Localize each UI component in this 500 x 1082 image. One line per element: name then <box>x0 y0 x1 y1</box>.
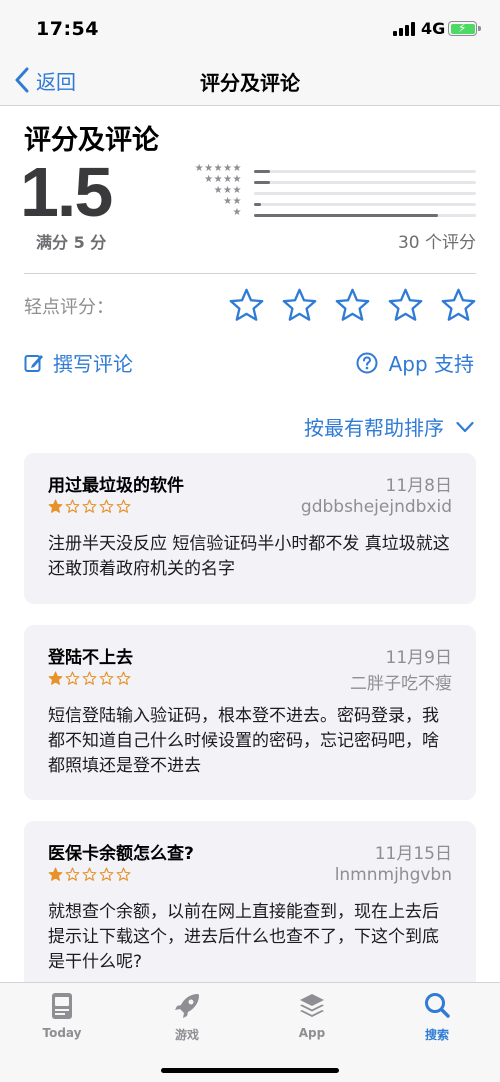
today-icon <box>52 993 72 1019</box>
app-support-button[interactable]: App 支持 <box>356 348 474 377</box>
network-type: 4G <box>421 19 446 38</box>
star-outline-icon <box>82 499 97 513</box>
star-filled-icon <box>48 499 63 513</box>
histogram-stars-label: ★ <box>232 207 242 218</box>
write-review-label: 撰写评论 <box>53 352 133 376</box>
rating-count: 30 个评分 <box>397 233 476 253</box>
star-outline-icon <box>65 499 80 513</box>
review-body: 短信登陆输入验证码，根本登不进去。密码登录，我都不知道自己什么时候设置的密码，忘… <box>48 706 439 776</box>
review-author: 二胖子吃不瘦 <box>350 674 452 694</box>
histogram-stars-label: ★★★ <box>213 185 242 196</box>
tab-today[interactable]: Today <box>12 991 112 1040</box>
histogram-row-2: ★★ <box>186 196 476 210</box>
review-body: 就想查个余额，以前在网上直接能查到，现在上去后提示让下载这个，进去后什么也查不了… <box>48 902 439 972</box>
rate-star-4[interactable] <box>387 287 424 324</box>
tab-label: 游戏 <box>174 1028 199 1042</box>
page-title: 评分及评论 <box>200 71 300 95</box>
star-outline-icon <box>229 288 264 321</box>
signal-icon <box>393 22 415 36</box>
star-outline-icon <box>99 671 114 685</box>
tab-label: App <box>298 1026 326 1040</box>
review-rating <box>48 671 133 686</box>
star-outline-icon <box>82 867 97 881</box>
histogram-stars-label: ★★★★★ <box>194 163 242 174</box>
star-filled-icon <box>48 671 63 685</box>
star-filled-icon <box>48 867 63 881</box>
write-review-button[interactable]: 撰写评论 <box>24 348 133 377</box>
rate-star-5[interactable] <box>440 287 477 324</box>
star-outline-icon <box>65 671 80 685</box>
histogram-stars-label: ★★★★ <box>204 174 242 185</box>
review-card[interactable]: 用过最垃圾的软件 11月8日 gdbbshejejndbxid 注册半天没反应 … <box>24 453 476 604</box>
review-title: 用过最垃圾的软件 <box>48 476 184 496</box>
star-outline-icon <box>116 671 131 685</box>
tap-to-rate-stars <box>228 287 477 324</box>
review-rating <box>48 867 133 882</box>
rate-star-2[interactable] <box>281 287 318 324</box>
star-outline-icon <box>388 288 423 321</box>
review-date: 11月15日 <box>374 844 452 864</box>
tab-label: Today <box>42 1026 82 1040</box>
star-outline-icon <box>441 288 476 321</box>
battery-icon: ⚡ <box>448 21 481 36</box>
tab-apps[interactable]: App <box>262 991 362 1040</box>
compose-icon <box>24 354 43 372</box>
tab-search[interactable]: 搜索 <box>387 991 487 1043</box>
review-card[interactable]: 医保卡余额怎么查? 11月15日 lnmnmjhgvbn 就想查个余额，以前在网… <box>24 821 476 996</box>
histogram-bar <box>254 170 270 173</box>
tab-label: 搜索 <box>424 1028 449 1042</box>
navigation-bar: 返回 评分及评论 <box>0 56 500 106</box>
out-of-label: 满分 5 分 <box>36 233 107 252</box>
chevron-down-icon <box>456 421 474 432</box>
review-author: lnmnmjhgvbn <box>334 865 452 885</box>
sort-dropdown[interactable]: 按最有帮助排序 <box>304 412 474 441</box>
status-time: 17:54 <box>36 18 99 40</box>
sort-label: 按最有帮助排序 <box>304 416 444 440</box>
review-rating <box>48 499 133 514</box>
review-title: 医保卡余额怎么查? <box>48 844 194 864</box>
tab-games[interactable]: 游戏 <box>137 991 237 1043</box>
star-outline-icon <box>116 867 131 881</box>
rate-star-3[interactable] <box>334 287 371 324</box>
status-bar: 17:54 4G ⚡ <box>0 0 500 56</box>
star-outline-icon <box>99 867 114 881</box>
review-body: 注册半天没反应 短信验证码半小时都不发 真垃圾就这还敢顶着政府机关的名字 <box>48 534 450 579</box>
star-outline-icon <box>335 288 370 321</box>
rocket-icon <box>175 994 199 1018</box>
star-outline-icon <box>282 288 317 321</box>
histogram-bar <box>254 203 261 206</box>
star-outline-icon <box>99 499 114 513</box>
question-circle-icon <box>356 352 378 373</box>
app-support-label: App 支持 <box>388 352 474 376</box>
home-indicator <box>161 1068 339 1073</box>
tab-bar: Today 游戏 App 搜索 <box>0 982 500 1082</box>
review-date: 11月8日 <box>385 476 452 496</box>
histogram-stars-label: ★★ <box>223 196 242 207</box>
star-outline-icon <box>116 499 131 513</box>
tap-to-rate-label: 轻点评分： <box>24 297 114 318</box>
star-outline-icon <box>65 867 80 881</box>
review-card[interactable]: 登陆不上去 11月9日 二胖子吃不瘦 短信登陆输入验证码，根本登不进去。密码登录… <box>24 625 476 800</box>
search-icon <box>425 993 450 1018</box>
rate-star-1[interactable] <box>228 287 265 324</box>
review-title: 登陆不上去 <box>48 648 133 668</box>
review-date: 11月9日 <box>385 648 452 668</box>
divider <box>24 273 476 274</box>
average-rating: 1.5 <box>20 153 113 231</box>
apps-stack-icon <box>300 994 324 1017</box>
histogram-bar <box>254 181 270 184</box>
histogram-bar <box>254 214 439 217</box>
review-author: gdbbshejejndbxid <box>300 497 452 517</box>
star-outline-icon <box>82 671 97 685</box>
histogram-row-1: ★ <box>186 207 476 221</box>
